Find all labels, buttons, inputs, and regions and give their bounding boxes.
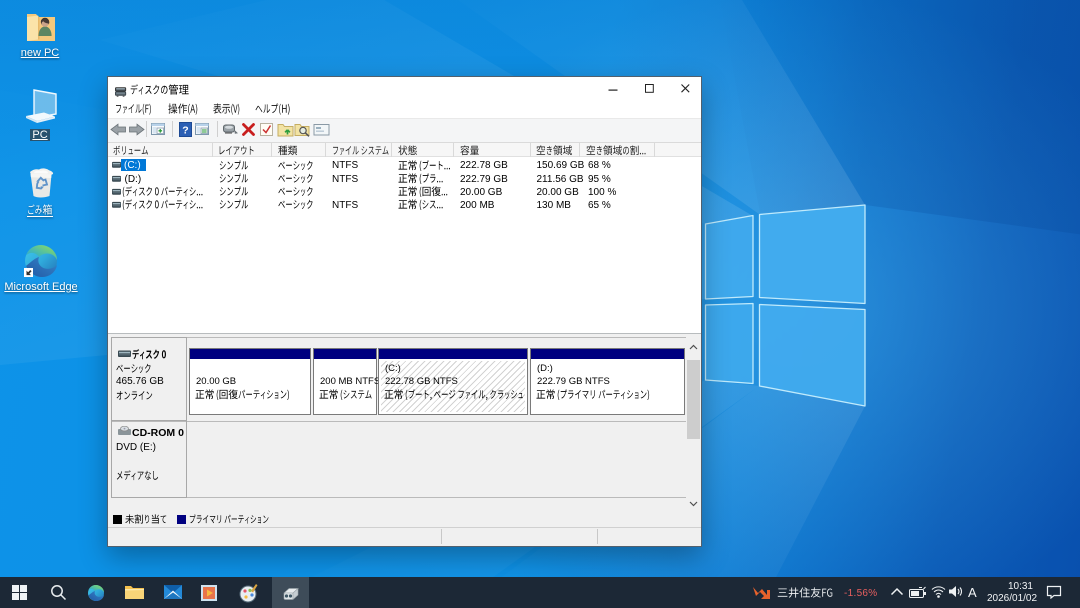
svg-text:?: ? xyxy=(182,124,188,136)
